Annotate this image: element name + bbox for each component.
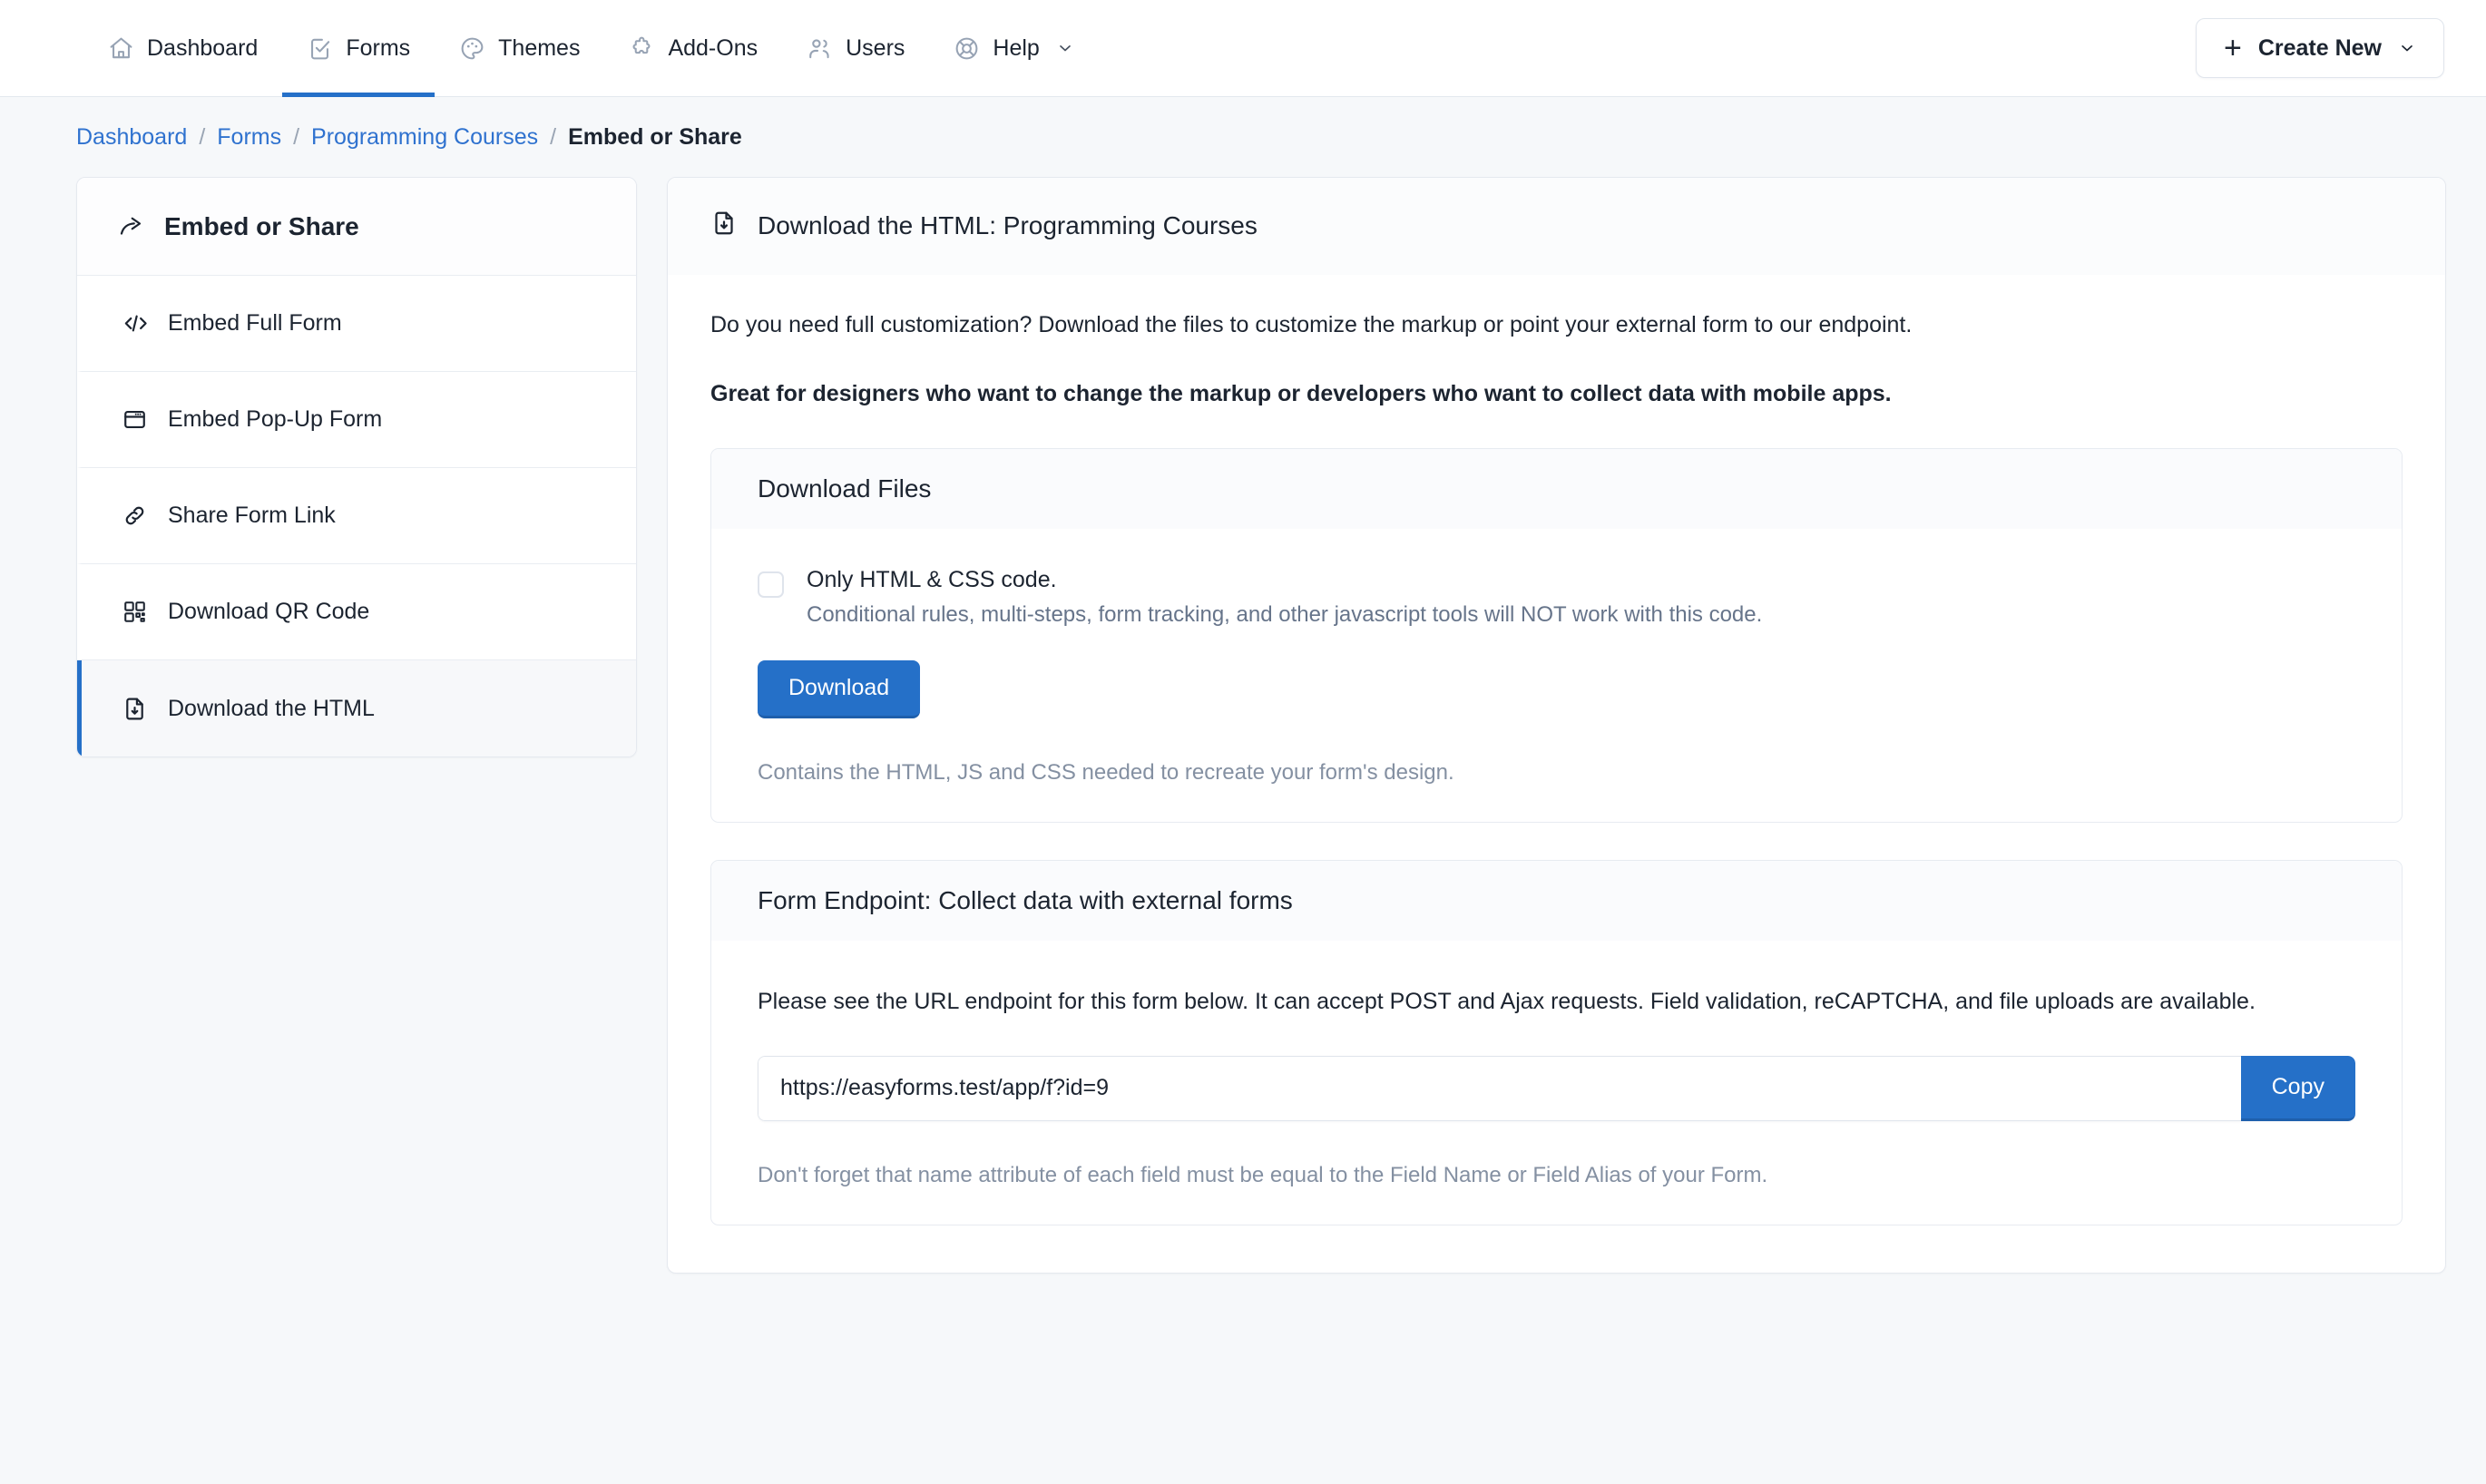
sidebar-item-label: Share Form Link: [168, 503, 336, 528]
file-download-icon: [710, 210, 738, 243]
download-files-panel: Download Files Only HTML & CSS code. Con…: [710, 448, 2403, 823]
page-layout: Embed or Share Embed Full Form Embed Pop…: [0, 177, 2486, 1274]
chevron-down-icon: [1056, 39, 1074, 57]
nav-item-forms[interactable]: Forms: [282, 0, 435, 97]
breadcrumb-separator: /: [293, 123, 300, 150]
endpoint-url-input[interactable]: [758, 1055, 2241, 1121]
form-endpoint-title: Form Endpoint: Collect data with externa…: [711, 861, 2402, 941]
sidebar-header-label: Embed or Share: [164, 211, 359, 240]
form-endpoint-description: Please see the URL endpoint for this for…: [758, 989, 2256, 1014]
nav-label: Users: [846, 34, 905, 61]
download-files-note: Contains the HTML, JS and CSS needed to …: [758, 760, 1454, 785]
sidebar-item-label: Download QR Code: [168, 599, 370, 624]
card-body: Do you need full customization? Download…: [668, 275, 2445, 1273]
form-endpoint-body: Please see the URL endpoint for this for…: [711, 941, 2402, 1225]
sidebar-item-embed-popup-form[interactable]: Embed Pop-Up Form: [77, 372, 636, 468]
only-html-css-text: Only HTML & CSS code. Conditional rules,…: [807, 567, 1762, 628]
lead-paragraph-strong: Great for designers who want to change t…: [710, 380, 1892, 406]
sidebar-item-download-the-html[interactable]: Download the HTML: [77, 660, 636, 757]
breadcrumb-item-dashboard[interactable]: Dashboard: [76, 124, 187, 151]
create-new-button[interactable]: + Create New: [2195, 18, 2444, 78]
nav-item-themes[interactable]: Themes: [435, 0, 604, 97]
link-chain-icon: [122, 503, 148, 529]
qr-code-icon: [122, 599, 148, 625]
form-endpoint-note: Don't forget that name attribute of each…: [758, 1162, 1768, 1187]
only-html-css-checkbox[interactable]: [758, 571, 784, 598]
breadcrumb-item-forms[interactable]: Forms: [217, 124, 281, 151]
only-html-css-row: Only HTML & CSS code. Conditional rules,…: [758, 567, 2355, 628]
sidebar-item-share-form-link[interactable]: Share Form Link: [77, 468, 636, 564]
main-nav: Dashboard Forms Themes Add-Ons Users Hel…: [83, 0, 1099, 97]
page-title: Download the HTML: Programming Courses: [758, 211, 1258, 239]
download-button[interactable]: Download: [758, 660, 921, 718]
breadcrumb-separator: /: [199, 123, 206, 150]
window-popup-icon: [122, 406, 148, 433]
card-header: Download the HTML: Programming Courses: [668, 178, 2445, 275]
plus-icon: +: [2223, 31, 2242, 65]
download-html-card: Download the HTML: Programming Courses D…: [667, 177, 2446, 1274]
nav-item-users[interactable]: Users: [782, 0, 929, 97]
breadcrumb: Dashboard / Forms / Programming Courses …: [0, 97, 2486, 177]
sidebar-item-download-qr-code[interactable]: Download QR Code: [77, 564, 636, 660]
file-download-icon: [122, 696, 148, 722]
nav-label: Add-Ons: [668, 34, 759, 61]
puzzle-icon: [629, 35, 655, 62]
nav-label: Themes: [498, 34, 581, 61]
breadcrumb-separator: /: [550, 123, 557, 150]
sidebar-header: Embed or Share: [77, 178, 636, 276]
embed-share-sidebar: Embed or Share Embed Full Form Embed Pop…: [76, 177, 637, 757]
nav-label: Help: [993, 34, 1040, 61]
sidebar-item-embed-full-form[interactable]: Embed Full Form: [77, 276, 636, 372]
form-endpoint-panel: Form Endpoint: Collect data with externa…: [710, 860, 2403, 1225]
lifebuoy-icon: [954, 35, 980, 62]
nav-label: Forms: [346, 34, 411, 61]
palette-icon: [459, 35, 485, 62]
sidebar-item-label: Download the HTML: [168, 695, 375, 721]
sidebar-item-label: Embed Full Form: [168, 310, 342, 336]
nav-item-addons[interactable]: Add-Ons: [604, 0, 782, 97]
nav-item-dashboard[interactable]: Dashboard: [83, 0, 282, 97]
breadcrumb-item-programming-courses[interactable]: Programming Courses: [311, 124, 538, 151]
home-icon: [108, 35, 134, 62]
nav-label: Dashboard: [147, 34, 259, 61]
create-new-label: Create New: [2257, 34, 2382, 61]
download-files-title: Download Files: [711, 449, 2402, 529]
share-arrow-icon: [117, 213, 144, 240]
only-html-css-label: Only HTML & CSS code.: [807, 567, 1057, 592]
top-navigation-bar: Dashboard Forms Themes Add-Ons Users Hel…: [0, 0, 2486, 97]
sidebar-item-label: Embed Pop-Up Form: [168, 406, 383, 432]
download-files-body: Only HTML & CSS code. Conditional rules,…: [711, 529, 2402, 822]
endpoint-url-group: Copy: [758, 1055, 2355, 1121]
chevron-down-icon: [2398, 39, 2416, 57]
nav-item-help[interactable]: Help: [929, 0, 1098, 97]
copy-button[interactable]: Copy: [2240, 1055, 2355, 1121]
users-icon: [807, 35, 833, 62]
breadcrumb-item-current: Embed or Share: [568, 123, 742, 150]
only-html-css-sublabel: Conditional rules, multi-steps, form tra…: [807, 602, 1763, 627]
lead-paragraph: Do you need full customization? Download…: [710, 312, 1913, 337]
form-check-icon: [307, 35, 333, 62]
code-brackets-icon: [122, 310, 148, 337]
